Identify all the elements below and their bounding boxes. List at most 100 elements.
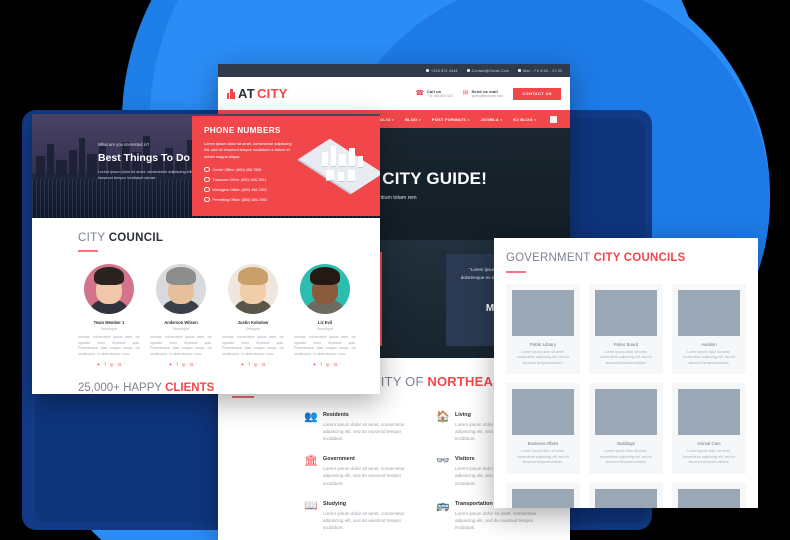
council-card[interactable] bbox=[506, 482, 580, 508]
council-card[interactable]: Animal Care Lorem ipsum dolor sit amet, … bbox=[672, 383, 746, 474]
instagram-icon[interactable]: ◎ bbox=[182, 362, 186, 368]
header-send-mail[interactable]: ✉ Send us mail query@finances.com bbox=[463, 89, 504, 99]
council-card[interactable]: Public Library Lorem ipsum dolor sit ame… bbox=[506, 284, 580, 375]
feature-title: Government bbox=[323, 456, 355, 463]
facebook-icon[interactable]: f bbox=[248, 362, 249, 368]
instagram-icon[interactable]: ◎ bbox=[254, 362, 258, 368]
feature-text: Lorem ipsum dolor sit amet, consectetur … bbox=[455, 510, 537, 530]
facebook-icon[interactable]: f bbox=[320, 362, 321, 368]
council-title-gray: CITY bbox=[78, 232, 109, 244]
topbar-phone[interactable]: +228 872 4444 bbox=[425, 68, 458, 73]
council-image bbox=[678, 488, 740, 508]
buildings-icon bbox=[227, 88, 236, 99]
team-member-card[interactable]: Justin Kolodow Designer Aenean consectet… bbox=[222, 264, 284, 368]
council-text: Lorem ipsum dolor sit amet, consectetur … bbox=[682, 449, 736, 465]
team-member-card[interactable]: Anderson Wilson Developer Aenean consect… bbox=[150, 264, 212, 368]
council-card[interactable]: Aviation Lorem ipsum dolor sit amet, con… bbox=[672, 284, 746, 375]
phone-number-item[interactable]: Managers Office: (800) 456-7892 bbox=[204, 187, 308, 193]
member-bio: Aenean consectetur ipsum ante, vel egest… bbox=[294, 335, 356, 356]
council-card[interactable]: Business Affairs Lorem ipsum dolor sit a… bbox=[506, 383, 580, 474]
council-text: Lorem ipsum dolor sit amet, consectetur … bbox=[599, 350, 653, 365]
topbar-email-text: Contact@Gmail.Com bbox=[471, 68, 510, 73]
google-plus-icon[interactable]: G bbox=[118, 362, 122, 368]
header-call-us[interactable]: ☎ Call us +91 456 654 526 bbox=[415, 89, 452, 99]
nav-item-post-formats[interactable]: POST FORMATS bbox=[432, 117, 470, 122]
council-caption: Business Affairs bbox=[527, 441, 559, 447]
avatar bbox=[84, 264, 134, 314]
twitter-icon[interactable]: ✦ bbox=[313, 362, 317, 368]
team-member-card[interactable]: Team Member 1 Developer Aenean consectet… bbox=[78, 264, 140, 368]
feature-item[interactable]: 🏛 Government Lorem ipsum dolor sit amet,… bbox=[304, 456, 418, 486]
isometric-city-illustration bbox=[298, 130, 380, 200]
mail-icon bbox=[466, 69, 470, 72]
google-plus-icon[interactable]: G bbox=[334, 362, 338, 368]
council-caption: Buildings bbox=[617, 441, 635, 447]
nav-item-blog[interactable]: BLOG bbox=[405, 117, 421, 122]
council-image bbox=[595, 389, 657, 436]
logo-text-dark: AT bbox=[238, 86, 255, 101]
left-hero-banner: What are you interested in? Best Things … bbox=[32, 114, 380, 218]
grid-menu-icon[interactable] bbox=[550, 115, 558, 123]
contact-us-button[interactable]: CONTACT US bbox=[513, 87, 561, 100]
google-plus-icon[interactable]: G bbox=[262, 362, 266, 368]
member-name: Anderson Wilson bbox=[164, 320, 198, 325]
council-title-dark: COUNCIL bbox=[108, 232, 164, 244]
twitter-icon[interactable]: ✦ bbox=[169, 362, 173, 368]
council-card[interactable] bbox=[672, 482, 746, 508]
instagram-icon[interactable]: ◎ bbox=[326, 362, 330, 368]
top-utility-bar: +228 872 4444 Contact@Gmail.Com Mon - Fr… bbox=[218, 64, 570, 77]
feature-item[interactable]: 📖 Studying Lorem ipsum dolor sit amet, c… bbox=[304, 500, 418, 531]
member-role: Developer bbox=[316, 327, 334, 331]
topbar-phone-text: +228 872 4444 bbox=[430, 68, 458, 73]
councils-grid: Public Library Lorem ipsum dolor sit ame… bbox=[506, 284, 746, 508]
nav-item-k2-blog[interactable]: K2 BLOG bbox=[513, 117, 536, 122]
topbar-hours: Mon - Fri 8:00 - 17:30 bbox=[518, 69, 562, 73]
gov-title-red: CITY COUNCILS bbox=[593, 252, 686, 264]
feature-item[interactable]: 👥 Residents Lorem ipsum dolor sit amet, … bbox=[304, 411, 418, 442]
avatar bbox=[228, 264, 278, 314]
member-name: Team Member 1 bbox=[93, 320, 125, 325]
facebook-icon[interactable]: f bbox=[176, 362, 177, 368]
member-socials: ✦ f ◎ G bbox=[222, 362, 284, 368]
phone-number-item[interactable]: Permitting Office: (800) 456-7893 bbox=[204, 197, 308, 203]
twitter-icon[interactable]: ✦ bbox=[241, 362, 245, 368]
council-card[interactable]: Buildings Lorem ipsum dolor sit amet, co… bbox=[589, 383, 663, 474]
council-image bbox=[595, 488, 657, 508]
team-grid: Team Member 1 Developer Aenean consectet… bbox=[32, 264, 380, 368]
member-socials: ✦ f ◎ G bbox=[78, 362, 140, 368]
send-mail-label: Send us mail bbox=[471, 88, 498, 94]
site-logo[interactable]: AT CITY bbox=[227, 86, 288, 101]
feature-text: Lorem ipsum dolor sit amet, consectetur … bbox=[323, 466, 405, 486]
phone-number-item[interactable]: Treasurer Office: (800) 456-7891 bbox=[204, 177, 308, 183]
nav-item-joomla[interactable]: JOOMLA bbox=[481, 117, 503, 122]
phone-icon bbox=[425, 69, 429, 72]
member-bio: Aenean consectetur ipsum ante, vel egest… bbox=[222, 335, 284, 356]
header-contact-group: ☎ Call us +91 456 654 526 ✉ Send us mail… bbox=[415, 87, 561, 100]
right-website-mockup[interactable]: GOVERNMENT CITY COUNCILS Public Library … bbox=[494, 238, 758, 508]
call-us-value: +91 456 654 526 bbox=[427, 94, 453, 99]
council-text: Lorem ipsum dolor sit amet, consectetur … bbox=[516, 350, 570, 365]
council-card[interactable]: Police Board Lorem ipsum dolor sit amet,… bbox=[589, 284, 663, 375]
facebook-icon[interactable]: f bbox=[104, 362, 105, 368]
phone-number-item[interactable]: Center Office: (800) 456-7890 bbox=[204, 167, 308, 173]
government-icon: 🏛 bbox=[304, 455, 318, 468]
google-plus-icon[interactable]: G bbox=[190, 362, 194, 368]
mail-icon: ✉ bbox=[462, 90, 469, 97]
call-us-label: Call us bbox=[427, 88, 442, 94]
council-card[interactable] bbox=[589, 482, 663, 508]
phone-numbers-paragraph: Lorem ipsum dolor sit amet, consectetur … bbox=[204, 141, 292, 159]
feature-title: Residents bbox=[323, 412, 349, 418]
instagram-icon[interactable]: ◎ bbox=[110, 362, 114, 368]
topbar-email[interactable]: Contact@Gmail.Com bbox=[466, 68, 510, 73]
council-image bbox=[512, 488, 574, 508]
member-name: Liz Evil bbox=[317, 320, 333, 325]
council-image bbox=[678, 389, 740, 436]
features-title-underline bbox=[232, 396, 254, 398]
phone-icon: ☎ bbox=[415, 90, 425, 97]
binoculars-icon: 👓 bbox=[436, 455, 450, 468]
twitter-icon[interactable]: ✦ bbox=[97, 362, 101, 368]
team-member-card[interactable]: Liz Evil Developer Aenean consectetur ip… bbox=[294, 264, 356, 368]
left-website-mockup[interactable]: What are you interested in? Best Things … bbox=[32, 114, 380, 394]
phone-numbers-panel: PHONE NUMBERS Lorem ipsum dolor sit amet… bbox=[192, 116, 380, 216]
member-socials: ✦ f ◎ G bbox=[150, 362, 212, 368]
